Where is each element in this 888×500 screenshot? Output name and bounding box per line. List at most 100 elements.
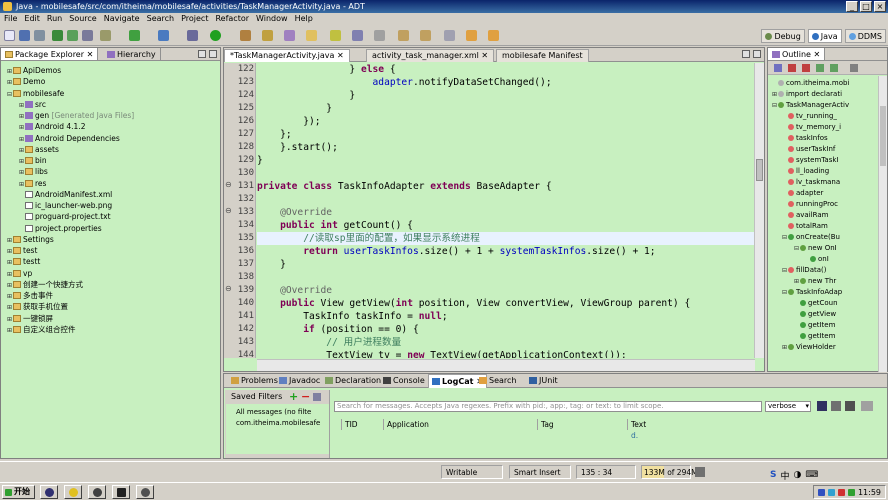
taskbar-app[interactable]	[64, 485, 82, 499]
code-line[interactable]: }	[257, 102, 332, 115]
code-line[interactable]: }	[257, 89, 355, 102]
fold-icon[interactable]: ⊖	[225, 206, 232, 215]
tab-declaration[interactable]: Declaration	[322, 374, 384, 388]
close-tab-icon[interactable]: ✕	[814, 50, 821, 59]
tree-item[interactable]: ⊞ libs	[7, 166, 220, 177]
tab-package-explorer[interactable]: Package Explorer ✕	[1, 48, 99, 60]
view-menu-icon[interactable]	[850, 64, 858, 72]
print-icon[interactable]	[34, 30, 45, 41]
ime-punct-icon[interactable]: ◑	[794, 470, 802, 480]
show-whitespace-icon[interactable]	[374, 30, 385, 41]
menu-file[interactable]: File	[0, 14, 20, 23]
code-line[interactable]: private class TaskInfoAdapter extends Ba…	[257, 180, 552, 193]
outline-item[interactable]: userTaskInf	[782, 144, 835, 155]
taskbar-app[interactable]	[112, 485, 130, 499]
tree-item[interactable]: ⊞ bin	[7, 155, 220, 166]
log-row-text[interactable]: d.	[631, 430, 638, 441]
tree-item[interactable]: ⊞ 获取手机位置	[7, 301, 220, 312]
run-icon[interactable]	[210, 30, 221, 41]
tree-item[interactable]: ⊞ vp	[7, 268, 220, 279]
tab-taskmanager-java[interactable]: *TaskManagerActivity.java ✕	[224, 49, 350, 62]
perspective-java[interactable]: Java	[807, 29, 842, 43]
tree-item[interactable]: AndroidManifest.xml	[7, 189, 220, 200]
code-line[interactable]: } else {	[257, 63, 395, 76]
outline-item[interactable]: ⊟ TaskInfoAdap	[782, 287, 842, 298]
code-line[interactable]: @Override	[257, 284, 332, 297]
code-line[interactable]: //读取sp里面的配置，如果显示系统进程	[257, 232, 480, 245]
toggle-block-icon[interactable]	[352, 30, 363, 41]
tree-item[interactable]: ⊞ Android Dependencies	[7, 133, 220, 144]
back-icon[interactable]	[466, 30, 477, 41]
code-line[interactable]: }	[257, 154, 263, 167]
code-line[interactable]: // 用户进程数量	[257, 336, 401, 349]
code-line[interactable]: };	[257, 128, 292, 141]
menu-project[interactable]: Project	[177, 14, 211, 23]
outline-item[interactable]: com.itheima.mobi	[772, 78, 849, 89]
next-annotation-icon[interactable]	[398, 30, 409, 41]
filter-item[interactable]: com.itheima.mobilesafe	[236, 418, 329, 429]
outline-item[interactable]: adapter	[782, 188, 823, 199]
search-icon[interactable]	[306, 30, 317, 41]
menu-source[interactable]: Source	[65, 14, 99, 23]
tree-item[interactable]: ⊞ ApiDemos	[7, 65, 220, 76]
outline-item[interactable]: getView	[794, 309, 836, 320]
remove-filter-icon[interactable]: −	[301, 390, 310, 404]
perspective-debug[interactable]: Debug	[761, 29, 805, 43]
start-button[interactable]: 开始	[2, 485, 35, 499]
taskbar-app[interactable]	[136, 485, 154, 499]
outline-item[interactable]: tv_memory_i	[782, 122, 841, 133]
hide-fields-icon[interactable]	[788, 64, 796, 72]
code-line[interactable]: @Override	[257, 206, 332, 219]
task-icon[interactable]	[129, 30, 140, 41]
mark-occurrences-icon[interactable]	[330, 30, 341, 41]
outline-item[interactable]: ⊟ fillData()	[782, 265, 826, 276]
logcat-search-input[interactable]: Search for messages. Accepts Java regexe…	[334, 401, 762, 412]
new-icon[interactable]	[4, 30, 15, 41]
column-header-text[interactable]: Text	[628, 419, 887, 430]
scroll-lock-icon[interactable]	[845, 401, 855, 411]
tray-icon[interactable]	[847, 488, 855, 496]
tray-icon[interactable]	[837, 488, 845, 496]
tab-hierarchy[interactable]: Hierarchy	[103, 48, 161, 60]
ime-s-icon[interactable]: S	[770, 470, 776, 480]
outline-item[interactable]: ⊞ new Thr	[794, 276, 836, 287]
edit-filter-icon[interactable]	[313, 393, 321, 401]
outline-item[interactable]: runningProc	[782, 199, 838, 210]
code-line[interactable]: return userTaskInfos.size() + 1 + system…	[257, 245, 655, 258]
tray-icon[interactable]	[817, 488, 825, 496]
column-header-application[interactable]: Application	[384, 419, 538, 430]
prev-annotation-icon[interactable]	[420, 30, 431, 41]
menu-window[interactable]: Window	[252, 14, 291, 23]
outline-item[interactable]: ⊞ ViewHolder	[782, 342, 836, 353]
outline-item[interactable]: onI	[804, 254, 829, 265]
code-line[interactable]: TaskInfo taskInfo = null;	[257, 310, 447, 323]
tree-item[interactable]: ⊞ res	[7, 178, 220, 189]
tree-item[interactable]: ⊞ Android 4.1.2	[7, 121, 220, 132]
fold-icon[interactable]: ⊖	[225, 284, 232, 293]
java-project-icon[interactable]	[158, 30, 169, 41]
code-line[interactable]: public int getCount() {	[257, 219, 413, 232]
outline-item[interactable]: systemTaskI	[782, 155, 838, 166]
taskbar-app[interactable]	[40, 485, 58, 499]
outline-item[interactable]: ⊟ new OnI	[794, 243, 837, 254]
code-line[interactable]: }.start();	[257, 141, 338, 154]
outline-item[interactable]: tv_running_	[782, 111, 837, 122]
debug-icon[interactable]	[187, 30, 198, 41]
tab-activity-xml[interactable]: activity_task_manager.xml ✕	[366, 49, 495, 62]
column-header-tag[interactable]: Tag	[538, 419, 628, 430]
outline-item[interactable]: ll_loading	[782, 166, 829, 177]
hide-nonpublic-icon[interactable]	[816, 64, 824, 72]
scrollbar-thumb[interactable]	[880, 106, 886, 166]
horizontal-scrollbar[interactable]	[257, 359, 755, 371]
close-tab-icon[interactable]: ✕	[481, 51, 488, 60]
minimize-button[interactable]: _	[846, 1, 858, 12]
scrollbar-thumb[interactable]	[756, 159, 763, 181]
tree-item[interactable]: ⊞ testt	[7, 256, 220, 267]
open-type-icon[interactable]	[284, 30, 295, 41]
tree-item[interactable]: ⊞ 创建一个快捷方式	[7, 279, 220, 290]
vertical-scrollbar[interactable]	[754, 63, 764, 358]
outline-item[interactable]: ⊟ TaskManagerActiv	[772, 100, 849, 111]
tree-item[interactable]: ⊞ test	[7, 245, 220, 256]
close-tab-icon[interactable]: ✕	[337, 51, 344, 60]
last-edit-icon[interactable]	[444, 30, 455, 41]
